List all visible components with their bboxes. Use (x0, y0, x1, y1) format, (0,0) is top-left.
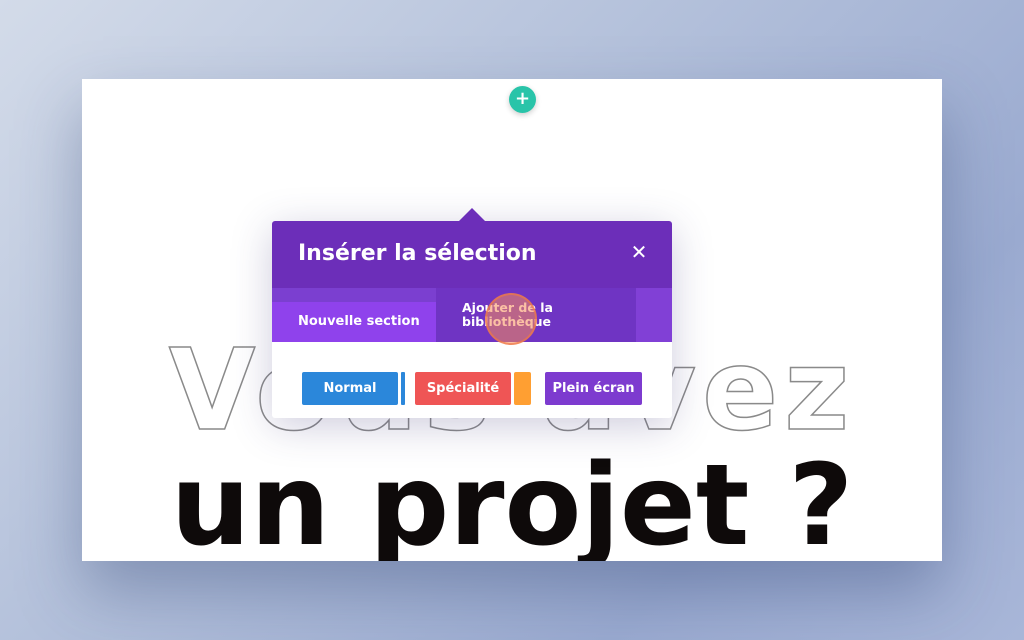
tab-new-section[interactable]: Nouvelle section (272, 302, 436, 342)
normal-section-accent (401, 372, 405, 405)
modal-pointer-arrow (458, 208, 486, 222)
insert-section-modal: Insérer la sélection ✕ Nouvelle section … (272, 208, 672, 418)
specialty-section-accent (514, 372, 531, 405)
close-icon: ✕ (630, 240, 648, 264)
headline-solid-text: un projet ? (170, 441, 854, 561)
tab-add-from-library[interactable]: Ajouter de la bibliothèque (436, 288, 636, 342)
close-button[interactable]: ✕ (630, 240, 648, 264)
fullwidth-section-button[interactable]: Plein écran (545, 372, 642, 405)
tab-library-label-line1: Ajouter de la (462, 300, 553, 315)
modal-body: Normal Spécialité Plein écran (272, 342, 672, 418)
normal-section-button[interactable]: Normal (302, 372, 398, 405)
specialty-section-button[interactable]: Spécialité (415, 372, 511, 405)
tab-new-section-label: Nouvelle section (298, 314, 420, 329)
tab-extra[interactable] (636, 288, 672, 342)
modal-header: Insérer la sélection ✕ (272, 221, 672, 288)
plus-icon: + (514, 88, 531, 109)
modal-title: Insérer la sélection (298, 241, 537, 266)
modal-tabs: Nouvelle section Ajouter de la bibliothè… (272, 288, 672, 342)
tab-library-label-line2: bibliothèque (462, 314, 552, 329)
add-section-button[interactable]: + (509, 86, 536, 113)
